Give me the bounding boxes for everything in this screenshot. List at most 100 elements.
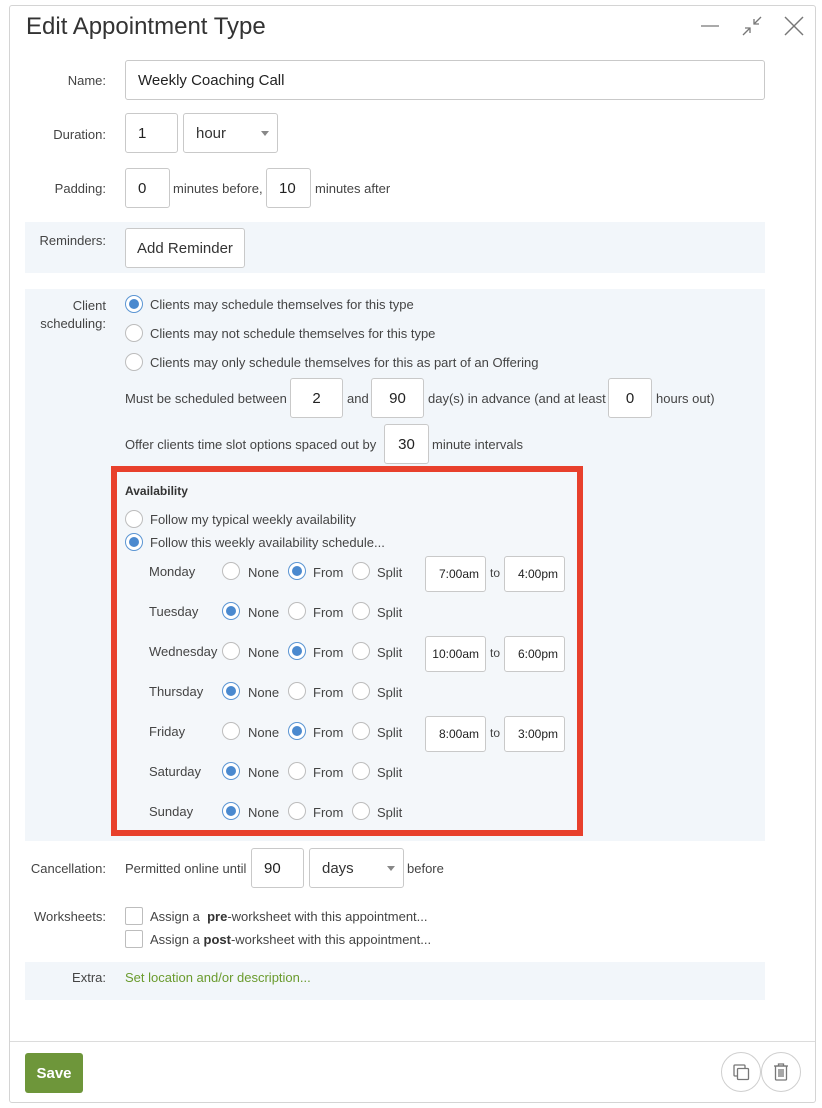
advance-min-input[interactable]: 2: [290, 378, 343, 418]
start-time-input[interactable]: 10:00am: [425, 636, 486, 672]
choice-label-from: From: [313, 765, 344, 780]
dialog-title: Edit Appointment Type: [26, 13, 266, 40]
set-location-link[interactable]: Set location and/or description...: [125, 970, 311, 985]
radio-monday-from[interactable]: [288, 562, 306, 580]
advance-max-input[interactable]: 90: [371, 378, 424, 418]
radio-saturday-split[interactable]: [352, 762, 370, 780]
start-time-input[interactable]: 7:00am: [425, 556, 486, 592]
name-label: Name:: [67, 73, 106, 88]
duplicate-button[interactable]: [721, 1052, 761, 1092]
availability-option-label: Follow my typical weekly availability: [150, 512, 356, 527]
radio-sunday-split[interactable]: [352, 802, 370, 820]
radio-friday-none[interactable]: [222, 722, 240, 740]
edit-appointment-dialog: Edit Appointment Type Name: Weekly Coach…: [9, 5, 816, 1103]
advance-prefix-text: Must be scheduled between: [125, 391, 287, 406]
advance-and-text: and: [347, 391, 369, 406]
radio-wednesday-from[interactable]: [288, 642, 306, 660]
save-button[interactable]: Save: [25, 1053, 83, 1093]
end-time-input[interactable]: 6:00pm: [504, 636, 565, 672]
cancellation-unit-select[interactable]: days: [309, 848, 404, 888]
radio-tuesday-from[interactable]: [288, 602, 306, 620]
trash-icon: [774, 1063, 788, 1081]
slot-interval-input[interactable]: 30: [384, 424, 429, 464]
choice-label-split: Split: [377, 645, 403, 660]
choice-label-from: From: [313, 565, 344, 580]
footer-divider: [10, 1041, 815, 1042]
radio-tuesday-none[interactable]: [222, 602, 240, 620]
chevron-down-icon: [387, 866, 395, 871]
pre-worksheet-checkbox[interactable]: [125, 907, 143, 925]
radio-wednesday-split[interactable]: [352, 642, 370, 660]
advance-suffix-text: day(s) in advance (and at least: [428, 391, 606, 406]
padding-before-input[interactable]: 0: [125, 168, 170, 208]
start-time-input[interactable]: 8:00am: [425, 716, 486, 752]
radio-sunday-from[interactable]: [288, 802, 306, 820]
duration-input[interactable]: 1: [125, 113, 178, 153]
choice-label-split: Split: [377, 685, 403, 700]
padding-label: Padding:: [54, 181, 106, 196]
cancellation-value-input[interactable]: 90: [251, 848, 304, 888]
availability-radio-schedule[interactable]: [125, 533, 143, 551]
cancellation-prefix-text: Permitted online until: [125, 861, 247, 876]
radio-friday-from[interactable]: [288, 722, 306, 740]
radio-tuesday-split[interactable]: [352, 602, 370, 620]
duration-unit-value: hour: [196, 124, 227, 142]
scheduling-radio-offering[interactable]: [125, 353, 143, 371]
padding-after-input[interactable]: 10: [266, 168, 311, 208]
close-icon[interactable]: [780, 12, 808, 40]
radio-monday-none[interactable]: [222, 562, 240, 580]
choice-label-split: Split: [377, 765, 403, 780]
scheduling-radio-self[interactable]: [125, 295, 143, 313]
name-input[interactable]: Weekly Coaching Call: [125, 60, 765, 100]
choice-label-none: None: [248, 645, 280, 660]
to-label: to: [490, 726, 501, 740]
choice-label-from: From: [313, 605, 344, 620]
availability-option-label: Follow this weekly availability schedule…: [150, 535, 385, 550]
choice-label-split: Split: [377, 605, 403, 620]
day-label-wednesday: Wednesday: [149, 644, 218, 659]
day-label-saturday: Saturday: [149, 764, 202, 779]
availability-radio-typical[interactable]: [125, 510, 143, 528]
duration-label: Duration:: [53, 127, 106, 142]
scheduling-radio-not[interactable]: [125, 324, 143, 342]
radio-sunday-none[interactable]: [222, 802, 240, 820]
radio-friday-split[interactable]: [352, 722, 370, 740]
availability-heading: Availability: [125, 484, 188, 498]
choice-label-split: Split: [377, 805, 403, 820]
day-label-sunday: Sunday: [149, 804, 194, 819]
collapse-icon[interactable]: [738, 12, 766, 40]
choice-label-none: None: [248, 565, 280, 580]
radio-saturday-none[interactable]: [222, 762, 240, 780]
radio-monday-split[interactable]: [352, 562, 370, 580]
add-reminder-button[interactable]: Add Reminder: [125, 228, 245, 268]
day-label-tuesday: Tuesday: [149, 604, 199, 619]
post-worksheet-checkbox[interactable]: [125, 930, 143, 948]
cancellation-suffix-text: before: [407, 861, 444, 876]
choice-label-from: From: [313, 645, 344, 660]
slot-suffix-text: minute intervals: [432, 437, 524, 452]
cancellation-label: Cancellation:: [30, 861, 106, 876]
reminders-label: Reminders:: [39, 233, 106, 248]
choice-label-none: None: [248, 805, 280, 820]
radio-wednesday-none[interactable]: [222, 642, 240, 660]
radio-thursday-from[interactable]: [288, 682, 306, 700]
scheduling-option-label: Clients may not schedule themselves for …: [150, 326, 436, 341]
radio-thursday-none[interactable]: [222, 682, 240, 700]
to-label: to: [490, 566, 501, 580]
end-time-input[interactable]: 3:00pm: [504, 716, 565, 752]
hours-out-input[interactable]: 0: [608, 378, 652, 418]
duration-unit-select[interactable]: hour: [183, 113, 278, 153]
choice-label-from: From: [313, 805, 344, 820]
radio-thursday-split[interactable]: [352, 682, 370, 700]
end-time-input[interactable]: 4:00pm: [504, 556, 565, 592]
minimize-icon[interactable]: [696, 12, 724, 40]
choice-label-from: From: [313, 725, 344, 740]
choice-label-from: From: [313, 685, 344, 700]
scheduling-option-label: Clients may schedule themselves for this…: [150, 297, 414, 312]
padding-after-text: minutes after: [315, 181, 391, 196]
scheduling-option-label: Clients may only schedule themselves for…: [150, 355, 539, 370]
day-label-thursday: Thursday: [149, 684, 204, 699]
delete-button[interactable]: [761, 1052, 801, 1092]
radio-saturday-from[interactable]: [288, 762, 306, 780]
worksheets-label: Worksheets:: [33, 909, 106, 924]
